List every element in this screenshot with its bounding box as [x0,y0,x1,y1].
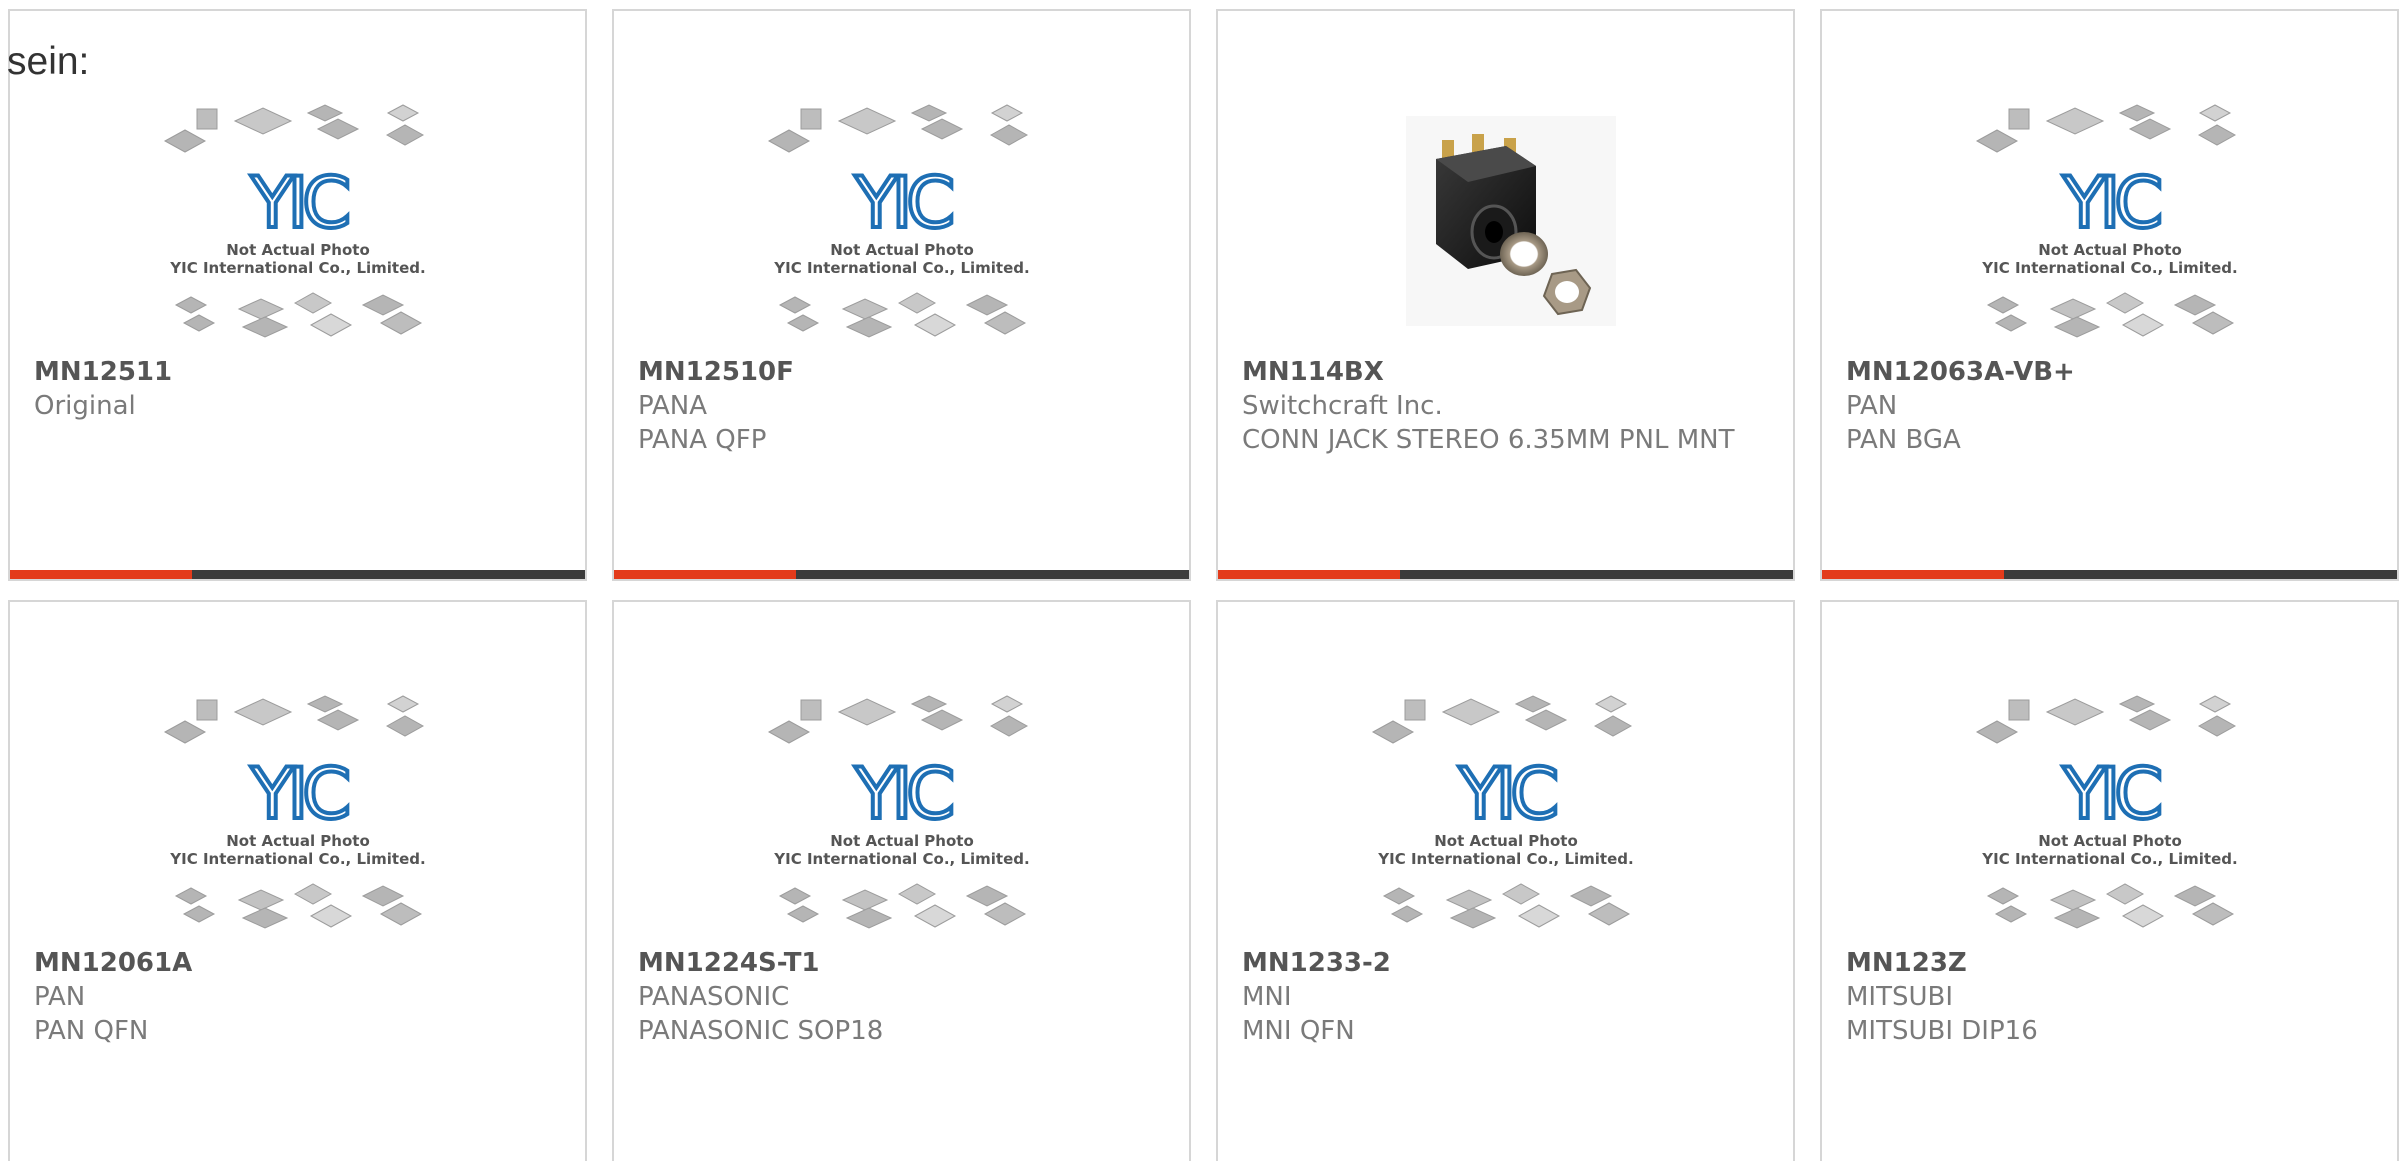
product-image-photo[interactable] [1218,91,1793,356]
yic-placeholder-image: YICNot Actual PhotoYIC International Co.… [767,103,1029,338]
manufacturer: PANA [638,391,708,421]
chip-packages-icon [174,291,422,338]
product-info: MN1233-2 MNI MNI QFN [1242,946,1753,1048]
part-number[interactable]: MN12510F [638,355,1149,389]
placeholder-caption-line1: Not Actual Photo [830,241,974,259]
chip-packages-icon [1986,882,2234,929]
product-card[interactable]: YIC Not Actual Photo YIC International Co.… [1820,9,2399,581]
description: PAN BGA [1846,425,1961,455]
placeholder-caption-line2: YIC International Co., Limited. [773,850,1029,868]
card-accent-bar [1822,570,2397,579]
product-card[interactable]: YIC Not Actual Photo YIC International Co.… [612,9,1191,581]
product-image-placeholder[interactable]: YIC Not Actual Photo YIC International Co.… [1218,682,1793,947]
yic-logo: YIC [2061,162,2159,244]
chip-packages-icon [767,103,1028,153]
chip-packages-icon [1975,103,2236,153]
page: sein: YIC Not Actual Photo YIC Internation… [0,0,2400,1161]
chip-packages-icon [778,882,1026,929]
product-image-placeholder[interactable]: YIC Not Actual Photo YIC International Co.… [1822,91,2397,356]
product-info: MN114BX Switchcraft Inc. CONN JACK STERE… [1242,355,1753,457]
part-number[interactable]: MN12061A [34,946,545,980]
product-info: MN123Z MITSUBI MITSUBI DIP16 [1846,946,2357,1048]
yic-logo: YIC [853,162,951,244]
chip-packages-icon [163,694,424,744]
chip-packages-icon [1382,882,1630,929]
product-card[interactable]: YIC Not Actual Photo YIC International Co.… [1820,600,2399,1161]
chip-packages-icon [767,694,1028,744]
chip-packages-icon [1975,694,2236,744]
manufacturer: MITSUBI [1846,982,1954,1012]
chip-packages-icon [1986,291,2234,338]
part-number[interactable]: MN12063A-VB+ [1846,355,2357,389]
part-number[interactable]: MN123Z [1846,946,2357,980]
yic-placeholder-image: YICNot Actual PhotoYIC International Co.… [163,103,425,338]
product-info: MN1224S-T1 PANASONIC PANASONIC SOP18 [638,946,1149,1048]
manufacturer: Switchcraft Inc. [1242,391,1443,421]
placeholder-caption-line1: Not Actual Photo [830,832,974,850]
product-image-placeholder[interactable]: YIC Not Actual Photo YIC International Co.… [614,682,1189,947]
yic-logo: YIC [249,162,347,244]
card-accent-bar [10,570,585,579]
placeholder-caption-line1: Not Actual Photo [226,241,370,259]
placeholder-caption-line1: Not Actual Photo [1434,832,1578,850]
product-image-placeholder[interactable]: YIC Not Actual Photo YIC International Co.… [10,682,585,947]
part-number[interactable]: MN12511 [34,355,545,389]
product-card[interactable]: YIC Not Actual Photo YIC International Co.… [1216,600,1795,1161]
product-card[interactable]: YIC Not Actual Photo YIC International Co.… [8,9,587,581]
yic-placeholder-image: YICNot Actual PhotoYIC International Co.… [1975,103,2237,338]
placeholder-caption-line2: YIC International Co., Limited. [1981,850,2237,868]
placeholder-caption-line2: YIC International Co., Limited. [773,259,1029,277]
product-card[interactable]: MN114BX Switchcraft Inc. CONN JACK STERE… [1216,9,1795,581]
part-number[interactable]: MN1233-2 [1242,946,1753,980]
card-accent-bar [614,570,1189,579]
description: CONN JACK STEREO 6.35MM PNL MNT [1242,425,1735,455]
product-card[interactable]: YIC Not Actual Photo YIC International Co.… [8,600,587,1161]
placeholder-caption-line2: YIC International Co., Limited. [169,259,425,277]
product-info: MN12511 Original [34,355,545,423]
yic-logo: YIC [853,753,951,835]
part-number[interactable]: MN1224S-T1 [638,946,1149,980]
chip-packages-icon [1371,694,1632,744]
chip-packages-icon [174,882,422,929]
chip-packages-icon [778,291,1026,338]
placeholder-caption-line2: YIC International Co., Limited. [1377,850,1633,868]
product-image-placeholder[interactable]: YIC Not Actual Photo YIC International Co.… [614,91,1189,356]
description: MNI QFN [1242,1016,1355,1046]
product-image-placeholder[interactable]: YIC Not Actual Photo YIC International Co.… [1822,682,2397,947]
yic-logo: YIC [1457,753,1555,835]
description: PANA QFP [638,425,767,455]
part-number[interactable]: MN114BX [1242,355,1753,389]
product-card[interactable]: YIC Not Actual Photo YIC International Co.… [612,600,1191,1161]
yic-logo: YIC [249,753,347,835]
yic-placeholder-image: YICNot Actual PhotoYIC International Co.… [767,694,1029,929]
product-grid: YIC Not Actual Photo YIC International Co.… [8,9,2399,1161]
manufacturer: PANASONIC [638,982,790,1012]
yic-placeholder-image: YICNot Actual PhotoYIC International Co.… [1371,694,1633,929]
manufacturer: PAN [1846,391,1898,421]
manufacturer: PAN [34,982,86,1012]
product-info: MN12510F PANA PANA QFP [638,355,1149,457]
chip-packages-icon [163,103,424,153]
placeholder-caption-line1: Not Actual Photo [226,832,370,850]
intro-text: sein: [7,40,90,83]
product-info: MN12063A-VB+ PAN PAN BGA [1846,355,2357,457]
audio-jack-icon [1405,115,1616,326]
yic-placeholder-image: YICNot Actual PhotoYIC International Co.… [163,694,425,929]
placeholder-caption-line1: Not Actual Photo [2038,832,2182,850]
manufacturer: MNI [1242,982,1292,1012]
yic-placeholder-image: YICNot Actual PhotoYIC International Co.… [1975,694,2237,929]
description: PANASONIC SOP18 [638,1016,884,1046]
product-image-placeholder[interactable]: YIC Not Actual Photo YIC International Co.… [10,91,585,356]
card-accent-bar [1218,570,1793,579]
description: PAN QFN [34,1016,149,1046]
placeholder-caption-line1: Not Actual Photo [2038,241,2182,259]
placeholder-caption-line2: YIC International Co., Limited. [1981,259,2237,277]
yic-logo: YIC [2061,753,2159,835]
product-info: MN12061A PAN PAN QFN [34,946,545,1048]
description: MITSUBI DIP16 [1846,1016,2038,1046]
manufacturer: Original [34,391,136,421]
placeholder-caption-line2: YIC International Co., Limited. [169,850,425,868]
